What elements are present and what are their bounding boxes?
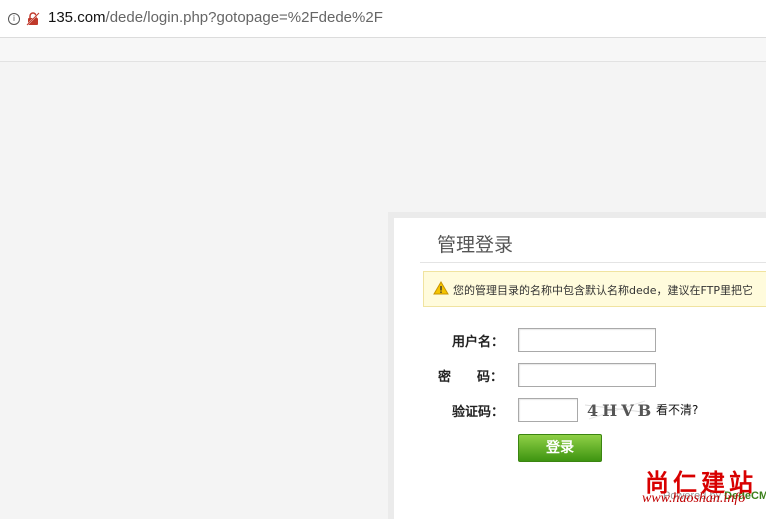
captcha-input[interactable] bbox=[518, 398, 578, 422]
refresh-captcha-link[interactable]: 看不清? bbox=[656, 401, 698, 418]
password-input[interactable] bbox=[518, 363, 656, 387]
watermark-url: www.haoshan.info bbox=[642, 491, 746, 506]
bookmark-bar bbox=[0, 38, 766, 62]
captcha-image[interactable]: 4HVB bbox=[585, 399, 651, 421]
login-button[interactable]: 登录 bbox=[518, 434, 602, 462]
captcha-label: 验证码： bbox=[452, 405, 505, 420]
address-bar[interactable]: i 135.com/dede/login.php?gotopage=%2Fded… bbox=[0, 0, 766, 38]
captcha-text: 4HVB bbox=[587, 401, 651, 420]
title-divider bbox=[420, 262, 766, 263]
warning-text: 您的管理目录的名称中包含默认名称dede，建议在FTP里把它 bbox=[453, 284, 753, 297]
username-label: 用户名： bbox=[452, 335, 505, 350]
warning-icon bbox=[433, 281, 449, 295]
password-label: 密 码： bbox=[438, 370, 504, 385]
url-host: 135.com bbox=[48, 9, 106, 26]
insecure-lock-icon[interactable] bbox=[26, 12, 40, 26]
url-path: /dede/login.php?gotopage=%2Fdede%2F bbox=[105, 9, 383, 26]
url-text[interactable]: 135.com/dede/login.php?gotopage=%2Fdede%… bbox=[48, 9, 383, 26]
info-icon[interactable]: i bbox=[8, 13, 20, 25]
username-input[interactable] bbox=[518, 328, 656, 352]
login-title: 管理登录 bbox=[437, 234, 514, 256]
